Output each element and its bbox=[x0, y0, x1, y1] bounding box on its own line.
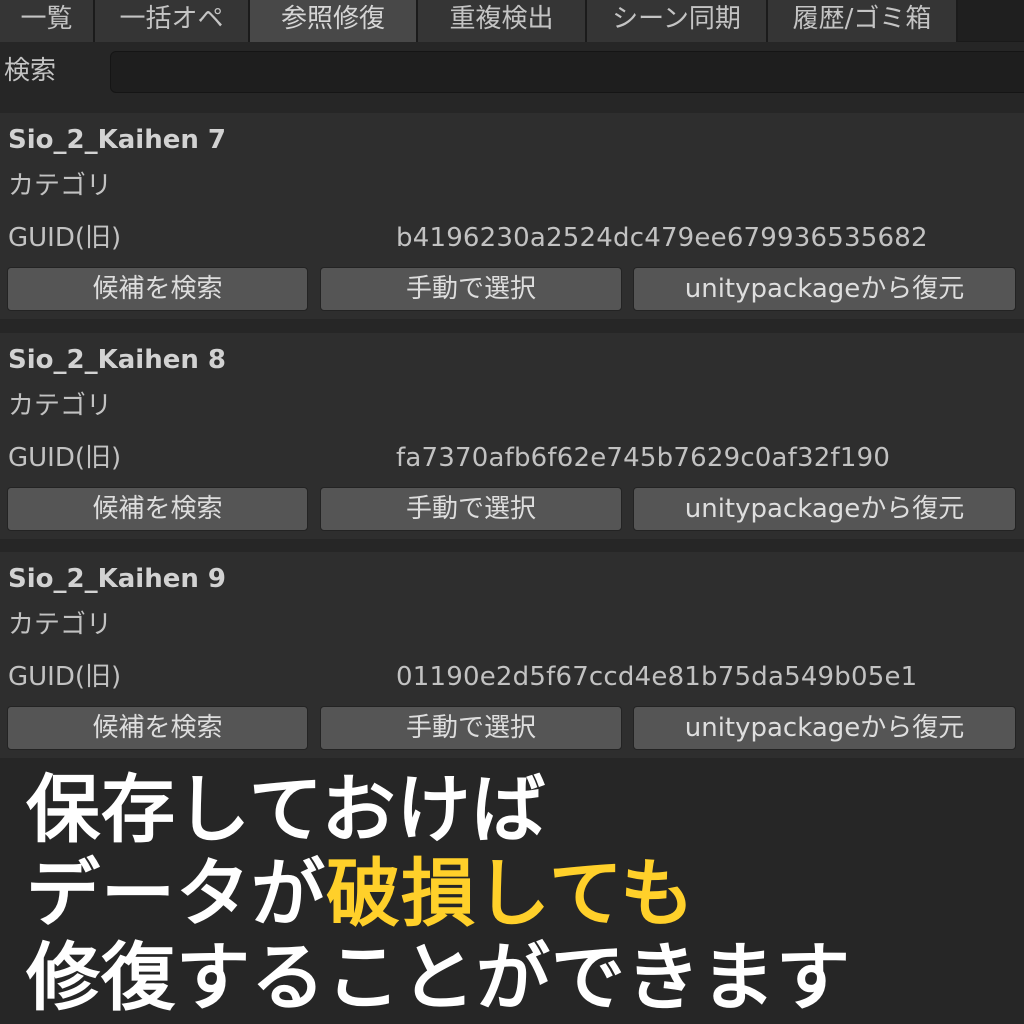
caption-line-3: 修復することができます bbox=[26, 935, 851, 1021]
entry-guid-value: b4196230a2524dc479ee679936535682 bbox=[396, 223, 928, 253]
restore-from-unitypackage-button[interactable]: unitypackageから復元 bbox=[633, 267, 1016, 311]
search-candidates-button[interactable]: 候補を検索 bbox=[7, 267, 308, 311]
tab-bar: 一覧 一括オペ 参照修復 重複検出 シーン同期 履歴/ゴミ箱 bbox=[0, 0, 1024, 42]
caption-line-1: 保存しておけば bbox=[26, 767, 547, 853]
entry-category-label: カテゴリ bbox=[8, 391, 113, 421]
missing-reference-entry: Sio_2_Kaihen 7 カテゴリ GUID(旧) b4196230a252… bbox=[0, 113, 1024, 319]
promo-caption: 保存しておけば データが破損しても 修復することができます bbox=[26, 768, 1016, 1020]
restore-from-unitypackage-button[interactable]: unitypackageから復元 bbox=[633, 487, 1016, 531]
entry-guid-label: GUID(旧) bbox=[8, 443, 122, 473]
search-candidates-button[interactable]: 候補を検索 bbox=[7, 487, 308, 531]
search-candidates-button[interactable]: 候補を検索 bbox=[7, 706, 308, 750]
restore-from-unitypackage-button[interactable]: unitypackageから復元 bbox=[633, 706, 1016, 750]
entry-guid-value: 01190e2d5f67ccd4e81b75da549b05e1 bbox=[396, 662, 918, 692]
entry-name: Sio_2_Kaihen 7 bbox=[8, 125, 226, 155]
tab-list[interactable]: 一覧 bbox=[0, 0, 95, 42]
caption-line-2-text: データが bbox=[26, 851, 326, 937]
manual-select-button[interactable]: 手動で選択 bbox=[320, 267, 622, 311]
entry-category-label: カテゴリ bbox=[8, 610, 113, 640]
search-row: 検索 bbox=[0, 42, 1024, 102]
tab-scene-sync[interactable]: シーン同期 bbox=[587, 0, 768, 42]
tab-duplicate-detection[interactable]: 重複検出 bbox=[418, 0, 587, 42]
search-label: 検索 bbox=[4, 56, 57, 86]
missing-reference-entry: Sio_2_Kaihen 8 カテゴリ GUID(旧) fa7370afb6f6… bbox=[0, 333, 1024, 539]
entry-guid-label: GUID(旧) bbox=[8, 223, 122, 253]
caption-highlight: 破損しても bbox=[326, 851, 696, 937]
manual-select-button[interactable]: 手動で選択 bbox=[320, 487, 622, 531]
entry-guid-value: fa7370afb6f62e745b7629c0af32f190 bbox=[396, 443, 891, 473]
entry-guid-label: GUID(旧) bbox=[8, 662, 122, 692]
window: 一覧 一括オペ 参照修復 重複検出 シーン同期 履歴/ゴミ箱 検索 Sio_2_… bbox=[0, 0, 1024, 1024]
entry-name: Sio_2_Kaihen 9 bbox=[8, 564, 226, 594]
tab-batch-ops[interactable]: 一括オペ bbox=[95, 0, 250, 42]
search-input[interactable] bbox=[110, 51, 1024, 93]
entry-name: Sio_2_Kaihen 8 bbox=[8, 345, 226, 375]
missing-reference-entry: Sio_2_Kaihen 9 カテゴリ GUID(旧) 01190e2d5f67… bbox=[0, 552, 1024, 758]
manual-select-button[interactable]: 手動で選択 bbox=[320, 706, 622, 750]
tab-reference-repair[interactable]: 参照修復 bbox=[250, 0, 418, 42]
entry-category-label: カテゴリ bbox=[8, 171, 113, 201]
caption-line-2: データが破損しても bbox=[26, 852, 1016, 936]
tab-history-trash[interactable]: 履歴/ゴミ箱 bbox=[768, 0, 958, 42]
